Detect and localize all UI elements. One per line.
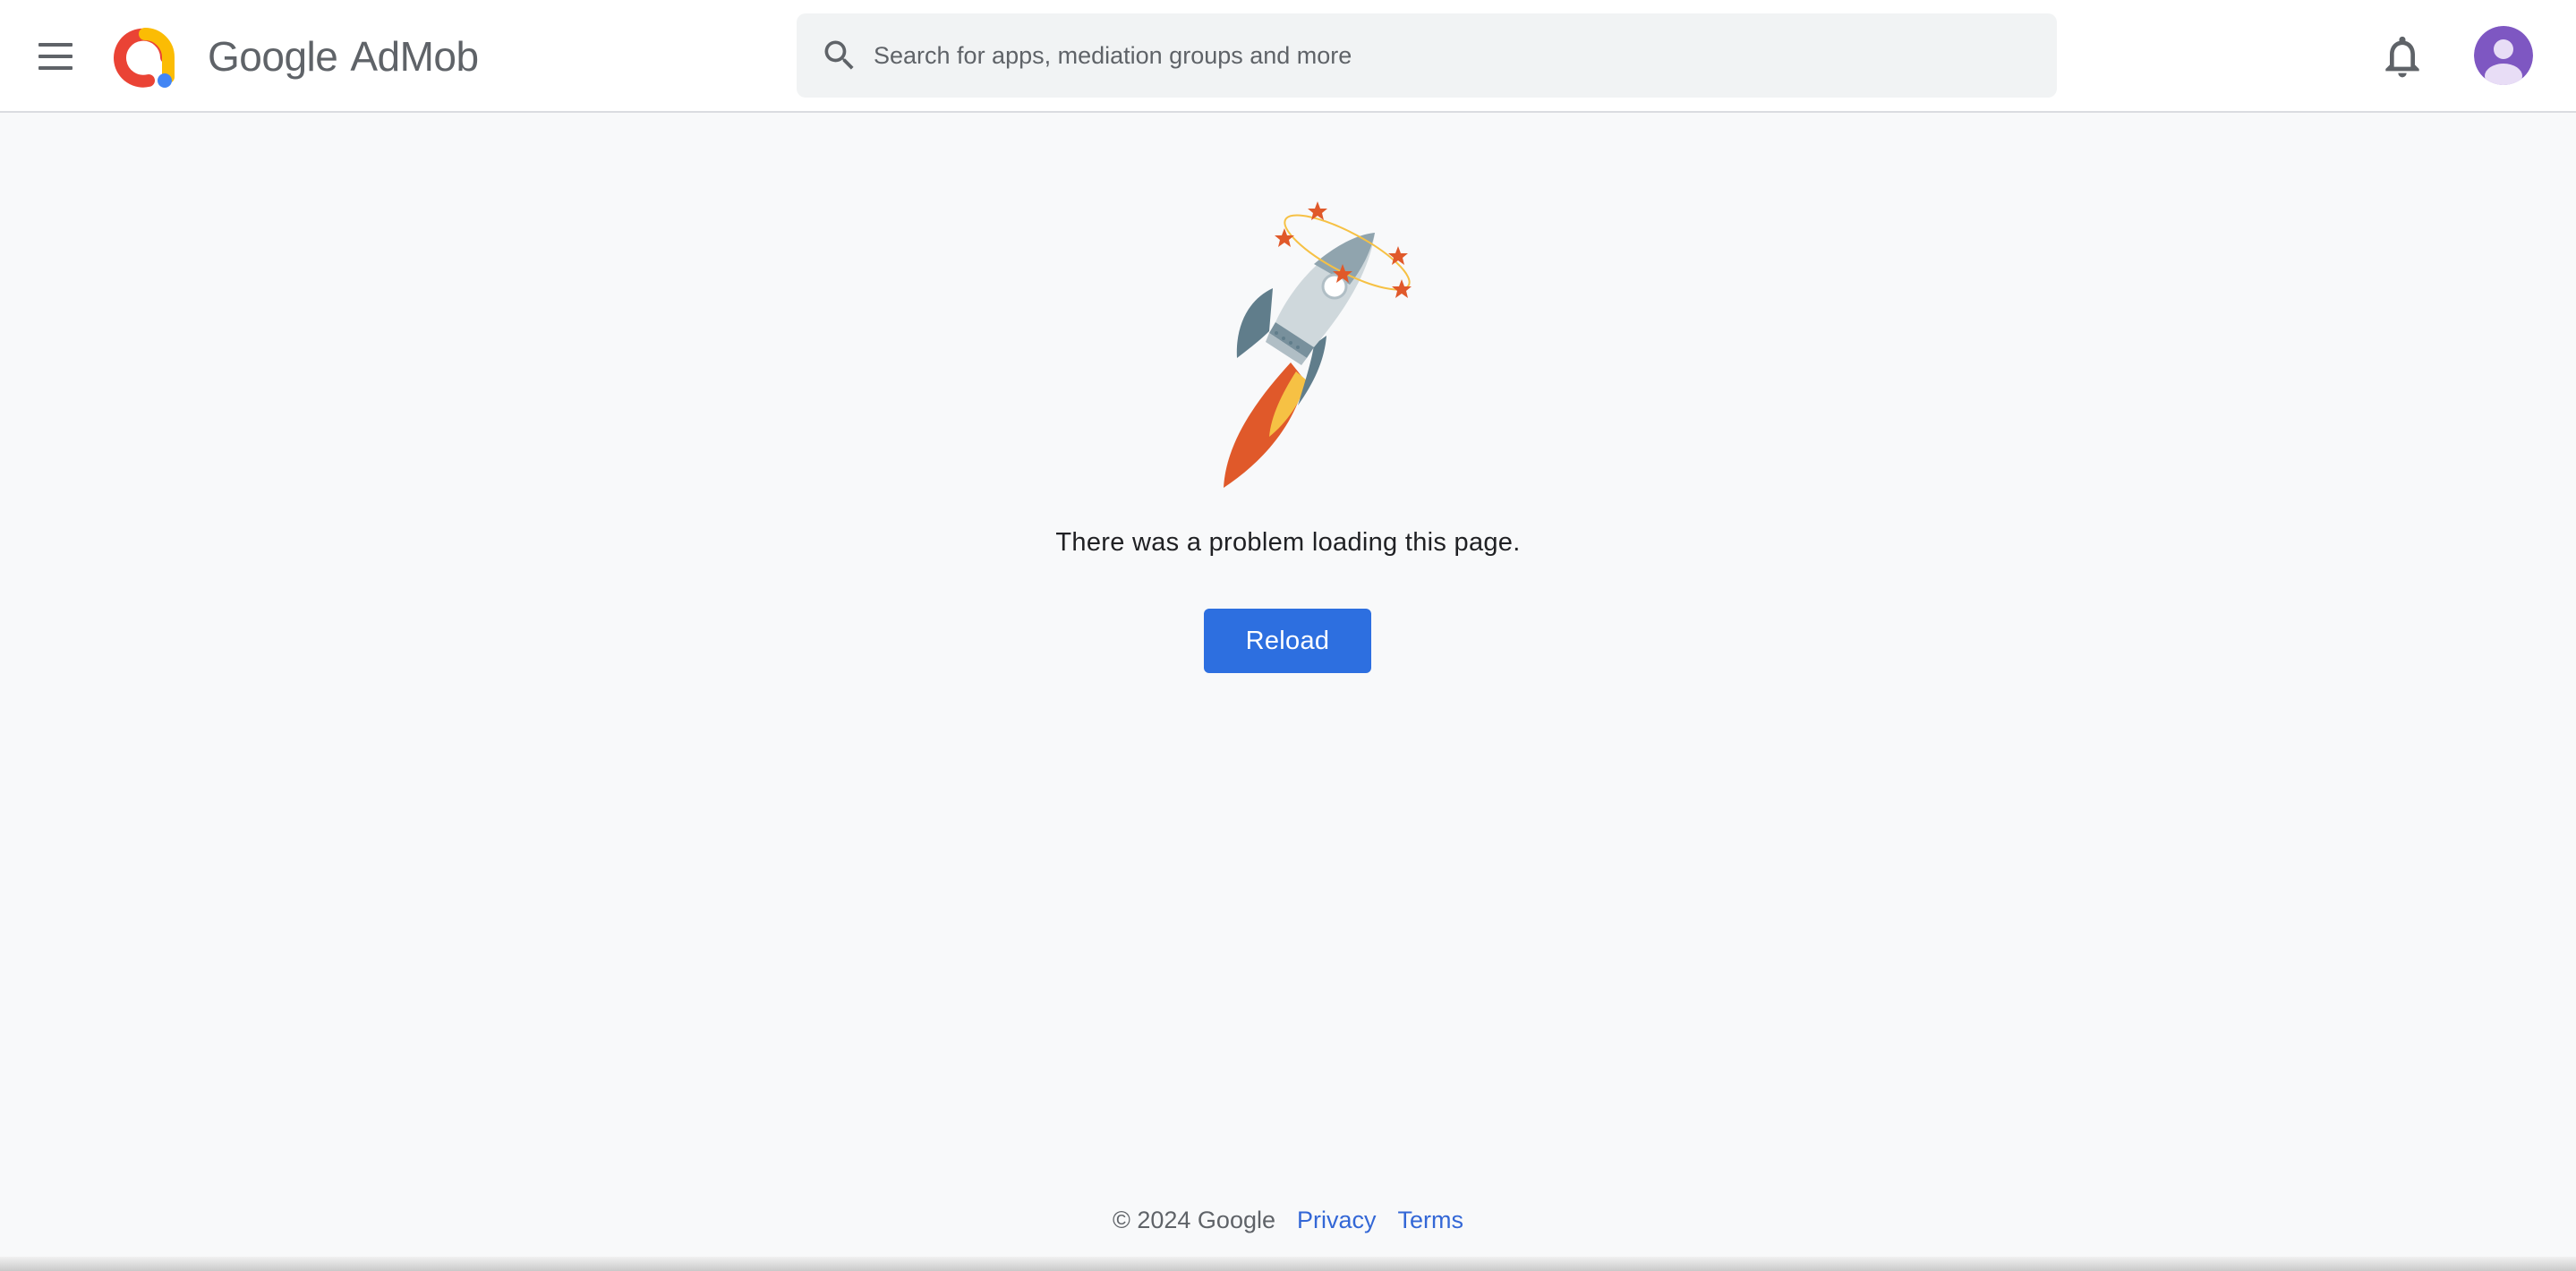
main-menu-button[interactable] xyxy=(27,28,84,85)
brand-google-text: Google xyxy=(208,33,338,80)
search-icon[interactable] xyxy=(820,36,859,75)
search-bar[interactable] xyxy=(797,13,2057,98)
terms-link[interactable]: Terms xyxy=(1398,1207,1464,1233)
reload-button[interactable]: Reload xyxy=(1204,609,1371,673)
footer: © 2024 Google Privacy Terms xyxy=(0,1207,2576,1234)
hamburger-menu-icon xyxy=(27,28,84,85)
brand-wordmark[interactable]: Google AdMob xyxy=(208,27,479,86)
account-avatar-icon[interactable] xyxy=(2474,26,2533,85)
admob-logo-icon[interactable] xyxy=(113,25,177,90)
error-message: There was a problem loading this page. xyxy=(1055,528,1521,557)
window-bottom-edge xyxy=(0,1257,2576,1271)
rocket-error-illustration xyxy=(1224,201,1412,488)
search-input[interactable] xyxy=(874,13,2028,98)
bell-icon[interactable] xyxy=(2374,31,2431,81)
privacy-link[interactable]: Privacy xyxy=(1297,1207,1377,1233)
brand-product-text: AdMob xyxy=(350,33,479,80)
top-app-bar: Google AdMob xyxy=(0,0,2576,113)
copyright-text: © 2024 Google xyxy=(1112,1207,1275,1233)
